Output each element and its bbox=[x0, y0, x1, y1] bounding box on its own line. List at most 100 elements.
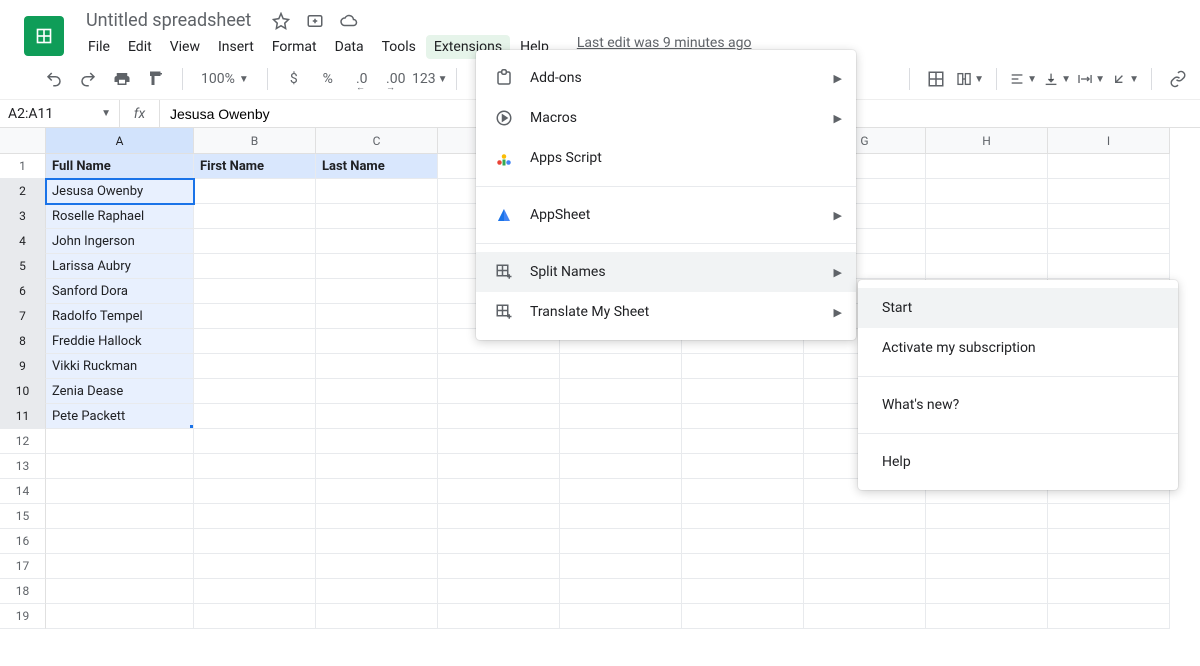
cell[interactable]: Roselle Raphael bbox=[46, 204, 194, 229]
cell[interactable] bbox=[194, 504, 316, 529]
cell[interactable] bbox=[682, 379, 804, 404]
cell[interactable] bbox=[194, 454, 316, 479]
cell[interactable] bbox=[194, 429, 316, 454]
cell[interactable] bbox=[682, 604, 804, 629]
row-header[interactable]: 16 bbox=[0, 529, 46, 554]
cell[interactable]: Sanford Dora bbox=[46, 279, 194, 304]
cell[interactable] bbox=[194, 354, 316, 379]
ext-menu-macros[interactable]: Macros▶ bbox=[476, 98, 856, 138]
cell[interactable] bbox=[316, 579, 438, 604]
cell[interactable] bbox=[316, 254, 438, 279]
menu-data[interactable]: Data bbox=[327, 35, 372, 59]
cell[interactable]: Freddie Hallock bbox=[46, 329, 194, 354]
column-header-H[interactable]: H bbox=[926, 128, 1048, 154]
document-title[interactable]: Untitled spreadsheet bbox=[80, 8, 257, 33]
cell[interactable] bbox=[316, 429, 438, 454]
cell[interactable] bbox=[316, 179, 438, 204]
row-header[interactable]: 2 bbox=[0, 179, 46, 204]
cell[interactable] bbox=[438, 379, 560, 404]
cell[interactable] bbox=[804, 504, 926, 529]
cell[interactable] bbox=[682, 454, 804, 479]
select-all-corner[interactable] bbox=[0, 128, 46, 154]
cell[interactable] bbox=[560, 579, 682, 604]
ext-menu-translate-my-sheet[interactable]: Translate My Sheet▶ bbox=[476, 292, 856, 332]
cell[interactable] bbox=[194, 279, 316, 304]
cell[interactable] bbox=[316, 229, 438, 254]
row-header[interactable]: 3 bbox=[0, 204, 46, 229]
vertical-align-button[interactable]: ▼ bbox=[1043, 65, 1071, 93]
cell[interactable] bbox=[438, 454, 560, 479]
column-header-B[interactable]: B bbox=[194, 128, 316, 154]
cell[interactable] bbox=[804, 554, 926, 579]
redo-button[interactable] bbox=[74, 65, 102, 93]
row-header[interactable]: 4 bbox=[0, 229, 46, 254]
move-icon[interactable] bbox=[305, 11, 325, 31]
text-wrap-button[interactable]: ▼ bbox=[1077, 65, 1105, 93]
sheets-logo[interactable] bbox=[24, 16, 64, 56]
cell[interactable] bbox=[194, 554, 316, 579]
cell[interactable]: First Name bbox=[194, 154, 316, 179]
cell[interactable] bbox=[682, 529, 804, 554]
cell[interactable] bbox=[926, 154, 1048, 179]
submenu-activate-my-subscription[interactable]: Activate my subscription bbox=[858, 328, 1178, 368]
cell[interactable] bbox=[926, 229, 1048, 254]
row-header[interactable]: 7 bbox=[0, 304, 46, 329]
cloud-status-icon[interactable] bbox=[339, 11, 359, 31]
horizontal-align-button[interactable]: ▼ bbox=[1009, 65, 1037, 93]
cell[interactable] bbox=[316, 454, 438, 479]
cell[interactable] bbox=[46, 504, 194, 529]
cell[interactable]: Larissa Aubry bbox=[46, 254, 194, 279]
column-header-C[interactable]: C bbox=[316, 128, 438, 154]
row-header[interactable]: 19 bbox=[0, 604, 46, 629]
menu-view[interactable]: View bbox=[162, 35, 208, 59]
star-icon[interactable] bbox=[271, 11, 291, 31]
column-header-I[interactable]: I bbox=[1048, 128, 1170, 154]
menu-format[interactable]: Format bbox=[264, 35, 325, 59]
cell[interactable] bbox=[316, 304, 438, 329]
cell[interactable] bbox=[46, 429, 194, 454]
cell[interactable] bbox=[560, 479, 682, 504]
cell[interactable]: John Ingerson bbox=[46, 229, 194, 254]
cell[interactable] bbox=[194, 304, 316, 329]
paint-format-button[interactable] bbox=[142, 65, 170, 93]
cell[interactable] bbox=[804, 579, 926, 604]
cell[interactable] bbox=[438, 404, 560, 429]
cell[interactable] bbox=[682, 554, 804, 579]
cell[interactable] bbox=[194, 254, 316, 279]
cell[interactable]: Zenia Dease bbox=[46, 379, 194, 404]
submenu-what-s-new-[interactable]: What's new? bbox=[858, 385, 1178, 425]
cell[interactable] bbox=[194, 204, 316, 229]
cell[interactable] bbox=[194, 229, 316, 254]
cell[interactable] bbox=[560, 554, 682, 579]
format-percent-button[interactable]: % bbox=[314, 65, 342, 93]
cell[interactable]: Radolfo Tempel bbox=[46, 304, 194, 329]
menu-insert[interactable]: Insert bbox=[210, 35, 262, 59]
cell[interactable] bbox=[560, 379, 682, 404]
column-header-A[interactable]: A bbox=[46, 128, 194, 154]
cell[interactable] bbox=[316, 479, 438, 504]
cell[interactable] bbox=[682, 479, 804, 504]
ext-menu-add-ons[interactable]: Add-ons▶ bbox=[476, 58, 856, 98]
cell[interactable] bbox=[438, 504, 560, 529]
cell[interactable] bbox=[316, 554, 438, 579]
cell[interactable] bbox=[194, 329, 316, 354]
borders-button[interactable] bbox=[922, 65, 950, 93]
cell[interactable] bbox=[804, 604, 926, 629]
zoom-select[interactable]: 100% ▼ bbox=[195, 71, 255, 87]
row-header[interactable]: 1 bbox=[0, 154, 46, 179]
row-header[interactable]: 17 bbox=[0, 554, 46, 579]
cell[interactable] bbox=[926, 579, 1048, 604]
cell[interactable] bbox=[926, 254, 1048, 279]
format-currency-button[interactable]: $ bbox=[280, 65, 308, 93]
menu-edit[interactable]: Edit bbox=[120, 35, 160, 59]
cell[interactable]: Pete Packett bbox=[46, 404, 194, 429]
cell[interactable]: Full Name bbox=[46, 154, 194, 179]
cell[interactable] bbox=[438, 354, 560, 379]
cell[interactable] bbox=[1048, 254, 1170, 279]
merge-cells-button[interactable]: ▼ bbox=[956, 65, 984, 93]
cell[interactable] bbox=[194, 379, 316, 404]
text-rotation-button[interactable]: ▼ bbox=[1111, 65, 1139, 93]
cell[interactable] bbox=[1048, 579, 1170, 604]
cell[interactable] bbox=[1048, 154, 1170, 179]
cell[interactable] bbox=[682, 429, 804, 454]
